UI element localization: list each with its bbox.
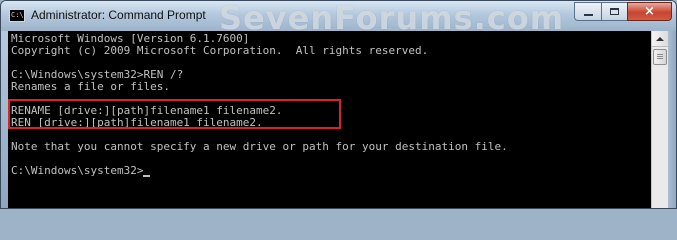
window-title: Administrator: Command Prompt [31, 8, 206, 22]
console-prompt-line[interactable]: C:\Windows\system32> [11, 164, 151, 177]
window-frame-right [668, 31, 676, 208]
command-prompt-icon[interactable]: C:\ [9, 9, 25, 22]
console-line: Renames a file or files. [11, 80, 170, 93]
syntax-highlight-box [8, 99, 341, 129]
close-button[interactable]: × [627, 2, 672, 21]
caption-buttons: × [574, 2, 672, 21]
grip-icon [657, 54, 663, 55]
minimize-icon [583, 13, 593, 16]
command-prompt-window: C:\ Administrator: Command Prompt SevenF… [0, 0, 677, 209]
maximize-icon [610, 8, 619, 15]
text-cursor [143, 175, 151, 177]
up-arrow-icon [656, 36, 664, 41]
title-bar[interactable]: C:\ Administrator: Command Prompt SevenF… [1, 1, 676, 37]
prompt-text: C:\Windows\system32> [11, 164, 144, 177]
scroll-up-button[interactable] [652, 31, 668, 47]
scroll-thumb[interactable] [653, 49, 667, 65]
console-line: Note that you cannot specify a new drive… [11, 140, 508, 153]
maximize-button[interactable] [601, 2, 627, 21]
minimize-button[interactable] [574, 2, 601, 21]
console-line: Copyright (c) 2009 Microsoft Corporation… [11, 44, 429, 57]
vertical-scrollbar[interactable] [651, 31, 668, 208]
close-icon: × [644, 4, 655, 19]
